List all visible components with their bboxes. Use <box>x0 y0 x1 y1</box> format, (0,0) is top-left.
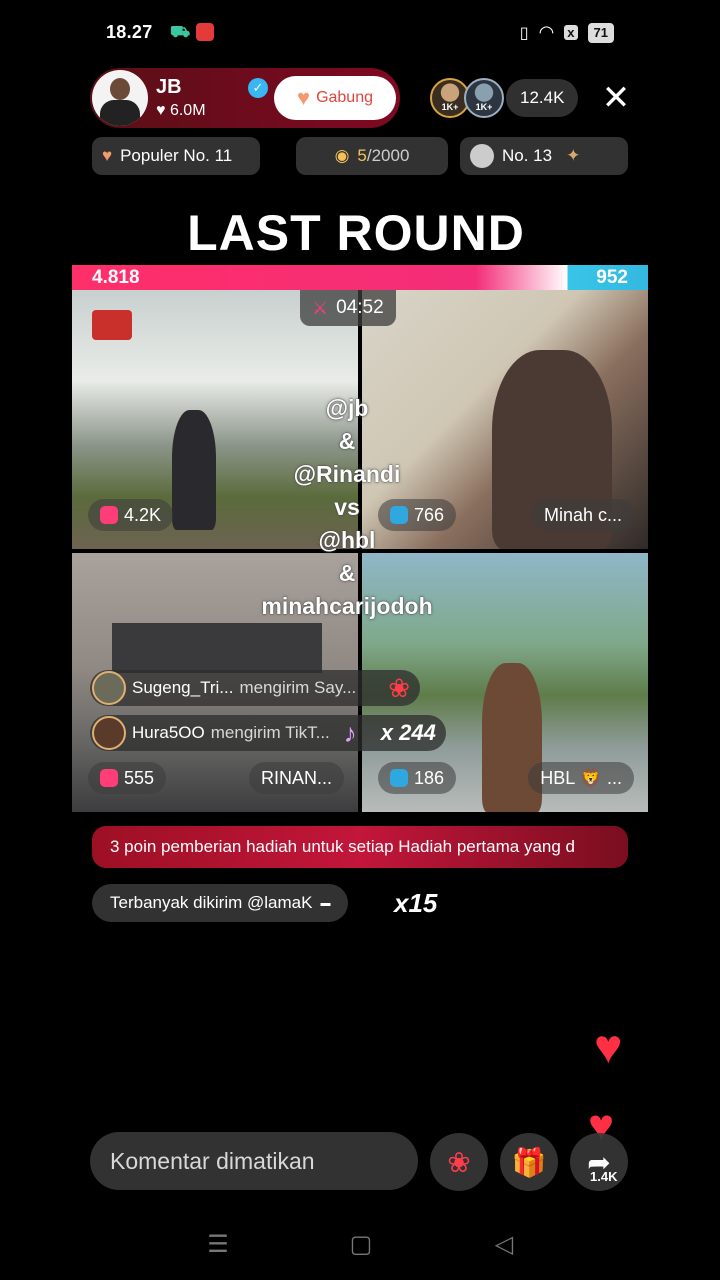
heart-plus-icon: ♥ <box>297 85 311 110</box>
popular-rank-chip[interactable]: ♥ Populer No. 11 <box>92 137 260 175</box>
score-icon <box>100 769 118 787</box>
gift-message[interactable]: Sugeng_Tri... mengirim Say... ❀ <box>90 670 421 706</box>
gift-message[interactable]: Hura5OO mengirim TikT... ♪ x 244 <box>90 715 446 751</box>
tile-score: 555 <box>88 762 167 794</box>
top-viewers[interactable]: 1K+ 1K+ 12.4K <box>430 78 579 118</box>
host-name: JB <box>156 76 182 98</box>
join-button[interactable]: ♥ Gabung <box>274 76 396 120</box>
gift-icon: 🎁 <box>511 1146 547 1178</box>
tile-username[interactable]: HBL 🦁 ... <box>528 762 634 794</box>
sender-avatar <box>92 671 126 705</box>
top-sender-chip[interactable]: Terbanyak dikirim @lamaK ▬ <box>92 884 349 922</box>
goal-progress-current: 5 <box>357 146 367 165</box>
shop-notification-icon: ⛟ <box>170 24 191 41</box>
flag-icon: ▬ <box>320 897 331 909</box>
rose-button[interactable]: ❀ <box>430 1133 488 1191</box>
sender-avatar <box>92 716 126 750</box>
back-nav-icon[interactable]: ◁ <box>492 1231 516 1258</box>
score-left: 4.818 <box>92 267 140 288</box>
rank-chip[interactable]: No. 13 ✦ <box>460 137 628 175</box>
sim-icon: x <box>564 25 578 40</box>
home-nav-icon[interactable]: ▢ <box>349 1231 373 1258</box>
battle-round-title: LAST ROUND <box>187 205 525 261</box>
battery-indicator: 71 <box>587 22 614 43</box>
badge-icon: ✦ <box>566 146 581 165</box>
rose-gift-icon: ❀ <box>388 672 411 703</box>
viewer-count[interactable]: 12.4K <box>506 79 579 117</box>
planet-icon: ◉ <box>334 146 350 165</box>
status-bar: 18.27 ⛟ ▯ ◠ x 71 <box>0 18 720 48</box>
vibrate-icon: ▯ <box>519 24 529 42</box>
menu-nav-icon[interactable]: ☰ <box>206 1231 230 1258</box>
score-icon <box>390 769 408 787</box>
user-avatar-icon <box>470 144 494 168</box>
tiktok-gift-icon: ♪ <box>343 717 357 748</box>
battle-icon: ⚔ <box>312 297 329 318</box>
goal-progress-chip[interactable]: ◉ 5/2000 <box>296 137 448 175</box>
host-likes: ♥ 6.0M <box>156 102 206 119</box>
share-count: 1.4K <box>590 1169 618 1184</box>
wifi-icon: ◠ <box>538 22 555 42</box>
battle-score-bar: 4.818 952 <box>72 265 648 290</box>
gift-button[interactable]: 🎁 <box>500 1133 558 1191</box>
top-viewer-avatar[interactable]: 1K+ <box>464 78 504 118</box>
floating-heart-icon: ♥ <box>594 1021 623 1074</box>
goal-progress-total: /2000 <box>366 146 410 165</box>
top-sender-multiplier: x15 <box>394 888 438 918</box>
host-avatar[interactable] <box>92 70 148 126</box>
status-time: 18.27 <box>106 22 153 42</box>
video-notification-icon <box>196 23 214 41</box>
info-banner: 3 poin pemberian hadiah untuk setiap Had… <box>92 826 628 868</box>
comment-input[interactable]: Komentar dimatikan <box>90 1132 418 1190</box>
heart-icon: ♥ <box>156 102 166 119</box>
gift-box-icon <box>92 310 132 340</box>
host-profile-pill[interactable]: JB ✓ ♥ 6.0M ♥ Gabung <box>90 68 400 128</box>
close-icon[interactable]: ✕ <box>598 80 634 116</box>
broken-heart-icon: ♥ <box>102 146 113 165</box>
status-icons: ▯ ◠ x 71 <box>520 22 614 43</box>
rose-icon: ❀ <box>447 1146 471 1178</box>
score-right: 952 <box>596 267 628 288</box>
battle-participants-overlay: @jb & @Rinandi vs @hbl & minahcarijodoh <box>261 395 433 619</box>
battle-timer: ⚔ 04:52 <box>300 290 396 326</box>
tile-username[interactable]: RINAN... <box>248 762 344 794</box>
tile-score: 186 <box>378 762 457 794</box>
verified-badge-icon: ✓ <box>248 78 268 98</box>
